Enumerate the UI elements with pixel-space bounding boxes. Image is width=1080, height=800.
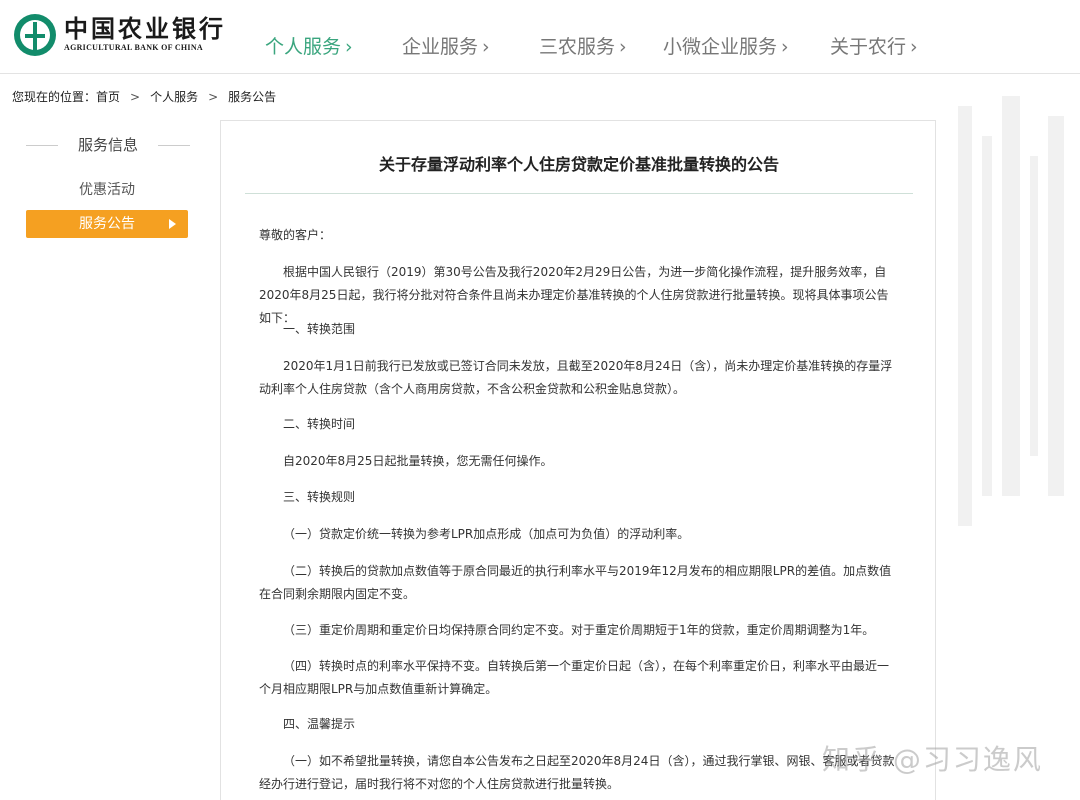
- chevron-right-icon: ›: [910, 36, 918, 58]
- section-heading: 三、转换规则: [283, 490, 356, 504]
- article-paragraph: （一）贷款定价统一转换为参考LPR加点形成（加点可为负值）的浮动利率。: [283, 527, 690, 541]
- breadcrumb-separator: >: [130, 90, 141, 104]
- article-paragraph: （三）重定价周期和重定价日均保持原合同约定不变。对于重定价周期短于1年的贷款，重…: [283, 623, 875, 637]
- sidebar-title: 服务信息: [26, 134, 190, 156]
- bank-name-en: AGRICULTURAL BANK OF CHINA: [64, 43, 204, 52]
- chevron-right-icon: ›: [345, 36, 353, 58]
- breadcrumb: 您现在的位置：首页 > 个人服务 > 服务公告: [12, 88, 276, 105]
- nav-item-personal[interactable]: 个人服务 ›: [265, 32, 353, 59]
- section-heading: 四、温馨提示: [283, 717, 356, 731]
- article-title: 关于存量浮动利率个人住房贷款定价基准批量转换的公告: [378, 155, 779, 174]
- section-heading: 二、转换时间: [283, 417, 356, 431]
- divider: [158, 145, 190, 146]
- breadcrumb-personal[interactable]: 个人服务: [150, 90, 198, 104]
- nav-item-small-business[interactable]: 小微企业服务 ›: [663, 32, 789, 59]
- article-paragraph: 尊敬的客户：: [259, 228, 332, 242]
- abc-bank-logo-icon: [14, 14, 56, 56]
- chevron-right-icon: ›: [619, 36, 627, 58]
- watermark: 知乎 @习习逸风: [822, 743, 1043, 776]
- nav-item-about[interactable]: 关于农行 ›: [830, 32, 918, 59]
- article-paragraph: （二）转换后的贷款加点数值等于原合同最近的执行利率水平与2019年12月发布的相…: [259, 564, 892, 601]
- article-paragraph: 2020年1月1日前我行已发放或已签订合同未发放，且截至2020年8月24日（含…: [259, 359, 893, 396]
- nav-item-corporate[interactable]: 企业服务 ›: [402, 32, 490, 59]
- bank-logo[interactable]: 中国农业银行 AGRICULTURAL BANK OF CHINA: [14, 12, 226, 58]
- article-paragraph: 自2020年8月25日起批量转换，您无需任何操作。: [283, 454, 553, 468]
- article-paragraph: （一）如不希望批量转换，请您自本公告发布之日起至2020年8月24日（含），通过…: [259, 754, 895, 791]
- sidebar-item-announcements[interactable]: 服务公告: [26, 210, 188, 238]
- bank-name-cn: 中国农业银行: [64, 14, 226, 43]
- section-heading: 一、转换范围: [283, 322, 356, 336]
- sidebar-item-promotions[interactable]: 优惠活动: [26, 176, 188, 204]
- nav-item-rural[interactable]: 三农服务 ›: [539, 32, 627, 59]
- breadcrumb-current[interactable]: 服务公告: [228, 90, 276, 104]
- breadcrumb-separator: >: [208, 90, 219, 104]
- title-divider: [245, 193, 913, 194]
- chevron-right-icon: ›: [781, 36, 789, 58]
- article-card: 关于存量浮动利率个人住房贷款定价基准批量转换的公告 尊敬的客户： 根据中国人民银…: [220, 120, 936, 800]
- divider: [26, 145, 58, 146]
- breadcrumb-home[interactable]: 首页: [96, 90, 120, 104]
- article-paragraph: （四）转换时点的利率水平保持不变。自转换后第一个重定价日起（含），在每个利率重定…: [259, 659, 890, 696]
- breadcrumb-prefix: 您现在的位置：: [12, 90, 97, 104]
- site-header: 中国农业银行 AGRICULTURAL BANK OF CHINA 个人服务 › …: [0, 0, 1080, 74]
- chevron-right-icon: ›: [482, 36, 490, 58]
- caret-right-icon: [169, 219, 176, 229]
- decorative-background: [938, 96, 1080, 526]
